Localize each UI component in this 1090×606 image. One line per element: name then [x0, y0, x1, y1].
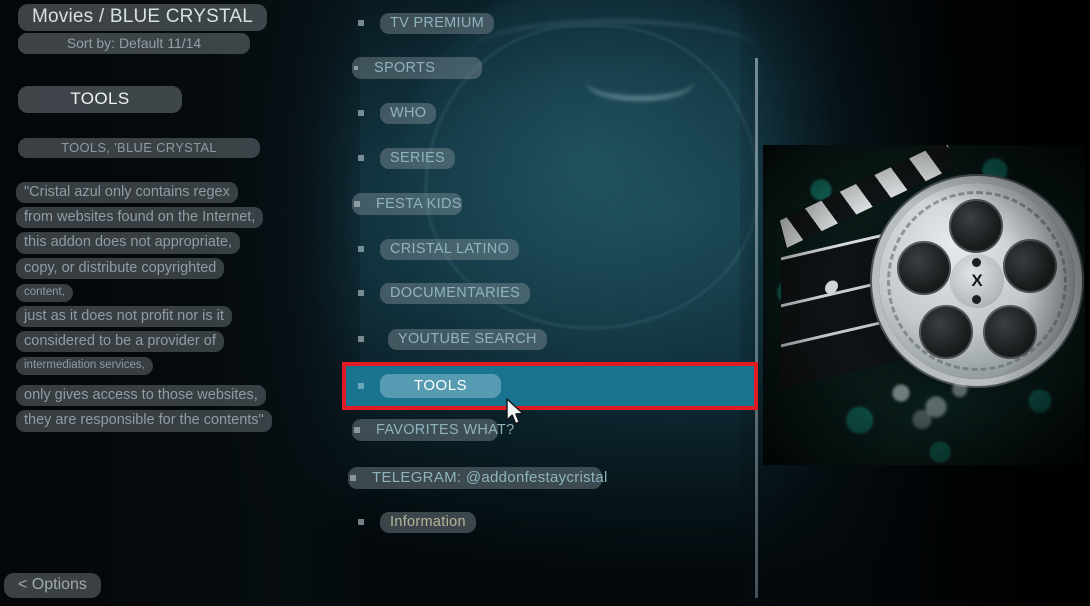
list-item[interactable]: FAVORITES WHAT?: [342, 410, 758, 450]
kodi-screen: Movies / BLUE CRYSTAL Sort by: Default 1…: [0, 0, 1090, 606]
description-block: "Cristal azul only contains regex from w…: [16, 182, 316, 436]
description-line: copy, or distribute copyrighted: [16, 257, 316, 279]
list-item-label: FAVORITES WHAT?: [376, 421, 515, 438]
list-item-label: TELEGRAM: @addonfestaycristal: [372, 469, 608, 486]
list-item-label: CRISTAL LATINO: [380, 238, 520, 260]
list-item-label: Information: [380, 511, 476, 533]
list-item[interactable]: DOCUMENTARIES: [342, 273, 758, 313]
list-item[interactable]: TELEGRAM: @addonfestaycristal: [342, 458, 758, 498]
section-title: TOOLS: [18, 86, 182, 113]
list-item-selected[interactable]: TOOLS: [342, 366, 758, 406]
list-item-label: SPORTS: [374, 59, 436, 76]
menu-list: TV PREMIUM SPORTS WHO SERIES FESTA KIDS …: [342, 0, 758, 606]
poster-thumbnail[interactable]: X: [763, 145, 1085, 465]
description-line: content,: [16, 283, 316, 302]
description-line: considered to be a provider of: [16, 331, 316, 353]
list-item[interactable]: SERIES: [342, 138, 758, 178]
options-button[interactable]: < Options: [4, 573, 101, 598]
vertical-scrollbar[interactable]: [755, 58, 758, 598]
description-line: this addon does not appropriate,: [16, 232, 316, 254]
bullet-square-icon: [358, 336, 364, 342]
bullet-square-icon: [358, 519, 364, 525]
list-item[interactable]: SPORTS: [342, 48, 758, 88]
bullet-square-icon: [354, 427, 360, 433]
list-item-label: WHO: [380, 102, 437, 124]
mouse-cursor-icon: [506, 398, 524, 425]
bullet-square-icon: [358, 246, 364, 252]
bullet-square-icon: [358, 383, 364, 389]
section-subtitle: TOOLS, 'BLUE CRYSTAL: [18, 138, 260, 158]
list-item[interactable]: WHO: [342, 93, 758, 133]
bullet-square-icon: [358, 290, 364, 296]
bullet-square-icon: [358, 20, 364, 26]
bullet-square-icon: [354, 201, 360, 207]
bullet-square-icon: [358, 110, 364, 116]
list-item[interactable]: FESTA KIDS: [342, 184, 758, 224]
thumbnail-vignette: [763, 145, 1085, 465]
list-item-label: SERIES: [380, 147, 455, 169]
list-item-label: DOCUMENTARIES: [380, 282, 531, 304]
bullet-square-icon: [358, 155, 364, 161]
bullet-square-icon: [354, 66, 358, 70]
description-line: just as it does not profit nor is it: [16, 305, 316, 328]
bullet-square-icon: [350, 475, 356, 481]
list-item[interactable]: Information: [342, 502, 758, 542]
description-line: only gives access to those websites,: [16, 385, 316, 407]
list-item-label: YOUTUBE SEARCH: [388, 328, 547, 350]
description-line: intermediation services,: [16, 356, 316, 376]
left-info-panel: Movies / BLUE CRYSTAL Sort by: Default 1…: [0, 0, 340, 606]
list-item[interactable]: CRISTAL LATINO: [342, 229, 758, 269]
list-item-label: FESTA KIDS: [376, 195, 462, 212]
description-line: they are responsible for the contents": [16, 410, 316, 432]
list-item[interactable]: YOUTUBE SEARCH: [342, 319, 758, 359]
description-line: "Cristal azul only contains regex: [16, 182, 316, 204]
sort-indicator[interactable]: Sort by: Default 11/14: [18, 33, 250, 54]
list-item-label: TOOLS: [380, 374, 502, 398]
page-title: Movies / BLUE CRYSTAL: [18, 4, 268, 31]
list-item[interactable]: TV PREMIUM: [342, 3, 758, 43]
description-line: from websites found on the Internet,: [16, 207, 316, 229]
list-item-label: TV PREMIUM: [380, 12, 495, 34]
